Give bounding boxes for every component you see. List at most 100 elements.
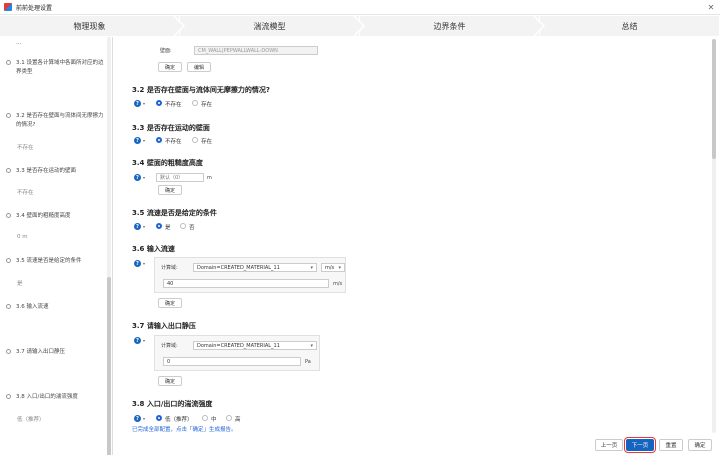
- radio-label: 是: [165, 225, 171, 231]
- domain-select-value: Domain=CREATED_MATERIAL_11: [197, 264, 280, 271]
- help-icon[interactable]: ?: [134, 337, 141, 344]
- velocity-confirm-button[interactable]: 确定: [158, 298, 182, 308]
- footer-bar: 上一页 下一页 重置 确定: [114, 435, 720, 455]
- chevron-down-icon: ▾: [310, 343, 313, 349]
- wall-confirm-button[interactable]: 确定: [158, 62, 182, 72]
- step-label: 边界条件: [433, 21, 466, 31]
- radio-velocity-given-yes[interactable]: [156, 223, 162, 229]
- step-label: 湍流模型: [253, 21, 286, 31]
- sidebar-item-3-2[interactable]: 3.2 是否存在壁面与流体间无摩擦力的情况?: [6, 112, 104, 130]
- caret-down-icon[interactable]: ▾: [143, 261, 145, 266]
- chevron-right-icon: [353, 16, 365, 36]
- step-summary[interactable]: 总结: [540, 16, 720, 36]
- step-navigation: 物理现象 湍流模型 边界条件 总结: [0, 16, 720, 36]
- step-turbulence[interactable]: 湍流模型: [180, 16, 365, 36]
- ok-button[interactable]: 确定: [688, 439, 712, 451]
- help-icon[interactable]: ?: [134, 174, 141, 181]
- unit-label: m: [207, 175, 212, 181]
- help-icon[interactable]: ?: [134, 260, 141, 267]
- unit-label: m/s: [333, 281, 343, 287]
- sidebar-item-label: 3.5 流速是否是给定的条件: [16, 258, 82, 264]
- radio-velocity-given-no[interactable]: [180, 223, 186, 229]
- sidebar-item-3-5[interactable]: 3.5 流速是否是给定的条件: [6, 257, 104, 266]
- step-label: 物理现象: [73, 21, 106, 31]
- radio-frictionless[interactable]: [192, 100, 198, 106]
- wall-input[interactable]: CM_WALL|PEPWALLWALL-DOWN: [194, 46, 318, 55]
- caret-down-icon[interactable]: ▾: [143, 224, 145, 229]
- sidebar-item-3-1[interactable]: 3.1 设置各计算域中各面所对应的边界类型: [6, 59, 104, 77]
- sidebar-answer: 不存在: [17, 190, 34, 196]
- step-physics[interactable]: 物理现象: [0, 16, 185, 36]
- domain-select-value: Domain=CREATED_MATERIAL_11: [197, 342, 280, 349]
- main-scrollbar-thumb[interactable]: [712, 39, 716, 159]
- caret-down-icon[interactable]: ▾: [143, 175, 145, 180]
- radio-label: 存在: [201, 139, 213, 145]
- reset-button[interactable]: 重置: [659, 439, 683, 451]
- domain-select[interactable]: Domain=CREATED_MATERIAL_11 ▾: [193, 263, 317, 272]
- radio-no-frictionless[interactable]: [156, 100, 162, 106]
- caret-down-icon[interactable]: ▾: [143, 338, 145, 343]
- step-dot-icon: [6, 168, 11, 173]
- sidebar-answer: 0 m: [17, 234, 28, 240]
- sidebar-item-label: 3.7 请输入出口静压: [16, 349, 65, 355]
- radio-moving-wall[interactable]: [192, 137, 198, 143]
- sidebar-answer: 不存在: [17, 145, 34, 151]
- radio-no-moving-wall[interactable]: [156, 137, 162, 143]
- unit-label: Pa: [305, 359, 311, 365]
- pressure-confirm-button[interactable]: 确定: [158, 376, 182, 386]
- roughness-confirm-button[interactable]: 确定: [158, 185, 182, 195]
- step-dot-icon: [6, 60, 11, 65]
- help-icon[interactable]: ?: [134, 223, 141, 230]
- section-title-3-7: 3.7 请输入出口静压: [132, 322, 196, 330]
- chevron-right-icon: [173, 16, 185, 36]
- velocity-panel: 计算域: Domain=CREATED_MATERIAL_11 ▾ m/s ▾ …: [154, 257, 346, 293]
- domain-label: 计算域:: [161, 343, 178, 349]
- velocity-input[interactable]: 40: [163, 279, 329, 288]
- roughness-input[interactable]: [156, 173, 204, 182]
- help-icon[interactable]: ?: [134, 100, 141, 107]
- sidebar-item-3-6[interactable]: 3.6 输入流速: [6, 303, 104, 312]
- radio-label: 中: [211, 417, 217, 423]
- velocity-unit-select[interactable]: m/s ▾: [321, 263, 345, 272]
- radio-label: 高: [235, 417, 241, 423]
- section-title-3-5: 3.5 流速是否是给定的条件: [132, 209, 217, 217]
- radio-label: 低（推荐）: [165, 417, 193, 423]
- caret-down-icon[interactable]: ▾: [143, 138, 145, 143]
- caret-down-icon[interactable]: ▾: [143, 101, 145, 106]
- sidebar-item-3-8[interactable]: 3.8 入口/出口的湍流强度: [6, 393, 104, 402]
- domain-select[interactable]: Domain=CREATED_MATERIAL_11 ▾: [193, 341, 317, 350]
- next-page-button[interactable]: 下一页: [624, 437, 656, 453]
- radio-turbulence-high[interactable]: [226, 415, 232, 421]
- domain-label: 计算域:: [161, 265, 178, 271]
- radio-label: 存在: [201, 102, 213, 108]
- step-dot-icon: [6, 304, 11, 309]
- pressure-panel: 计算域: Domain=CREATED_MATERIAL_11 ▾ 0 Pa: [154, 335, 320, 371]
- step-dot-icon: [6, 113, 11, 118]
- chevron-right-icon: [533, 16, 545, 36]
- radio-label: 不存在: [165, 139, 182, 145]
- help-icon[interactable]: ?: [134, 137, 141, 144]
- window-title: 前前处理设置: [16, 4, 53, 12]
- radio-label: 不存在: [165, 102, 182, 108]
- section-title-3-4: 3.4 壁面的粗糙度高度: [132, 159, 203, 167]
- sidebar-item-label: 3.4 壁面的粗糙度高度: [16, 213, 71, 219]
- sidebar-item-3-3[interactable]: 3.3 是否存在运动的壁面: [6, 167, 104, 176]
- sidebar-scrollbar-thumb[interactable]: [107, 277, 111, 455]
- sidebar-item-3-7[interactable]: 3.7 请输入出口静压: [6, 348, 104, 357]
- step-boundary[interactable]: 边界条件: [360, 16, 545, 36]
- caret-down-icon[interactable]: ▾: [143, 416, 145, 421]
- radio-turbulence-low[interactable]: [156, 415, 162, 421]
- radio-label: 否: [189, 225, 195, 231]
- radio-turbulence-medium[interactable]: [202, 415, 208, 421]
- prev-page-button[interactable]: 上一页: [595, 439, 623, 451]
- step-dot-icon: [6, 258, 11, 263]
- unit-select-value: m/s: [325, 264, 335, 271]
- wall-edit-button[interactable]: 编辑: [187, 62, 211, 72]
- sidebar-item-label: 3.3 是否存在运动的壁面: [16, 168, 76, 174]
- help-icon[interactable]: ?: [134, 415, 141, 422]
- sidebar-item-3-4[interactable]: 3.4 壁面的粗糙度高度: [6, 212, 104, 221]
- completion-notice: 已完成全部配置，点击「确定」生成报告。: [132, 427, 237, 433]
- sidebar-item-prev[interactable]: …: [6, 39, 104, 48]
- close-icon[interactable]: ✕: [706, 2, 716, 12]
- pressure-input[interactable]: 0: [163, 357, 301, 366]
